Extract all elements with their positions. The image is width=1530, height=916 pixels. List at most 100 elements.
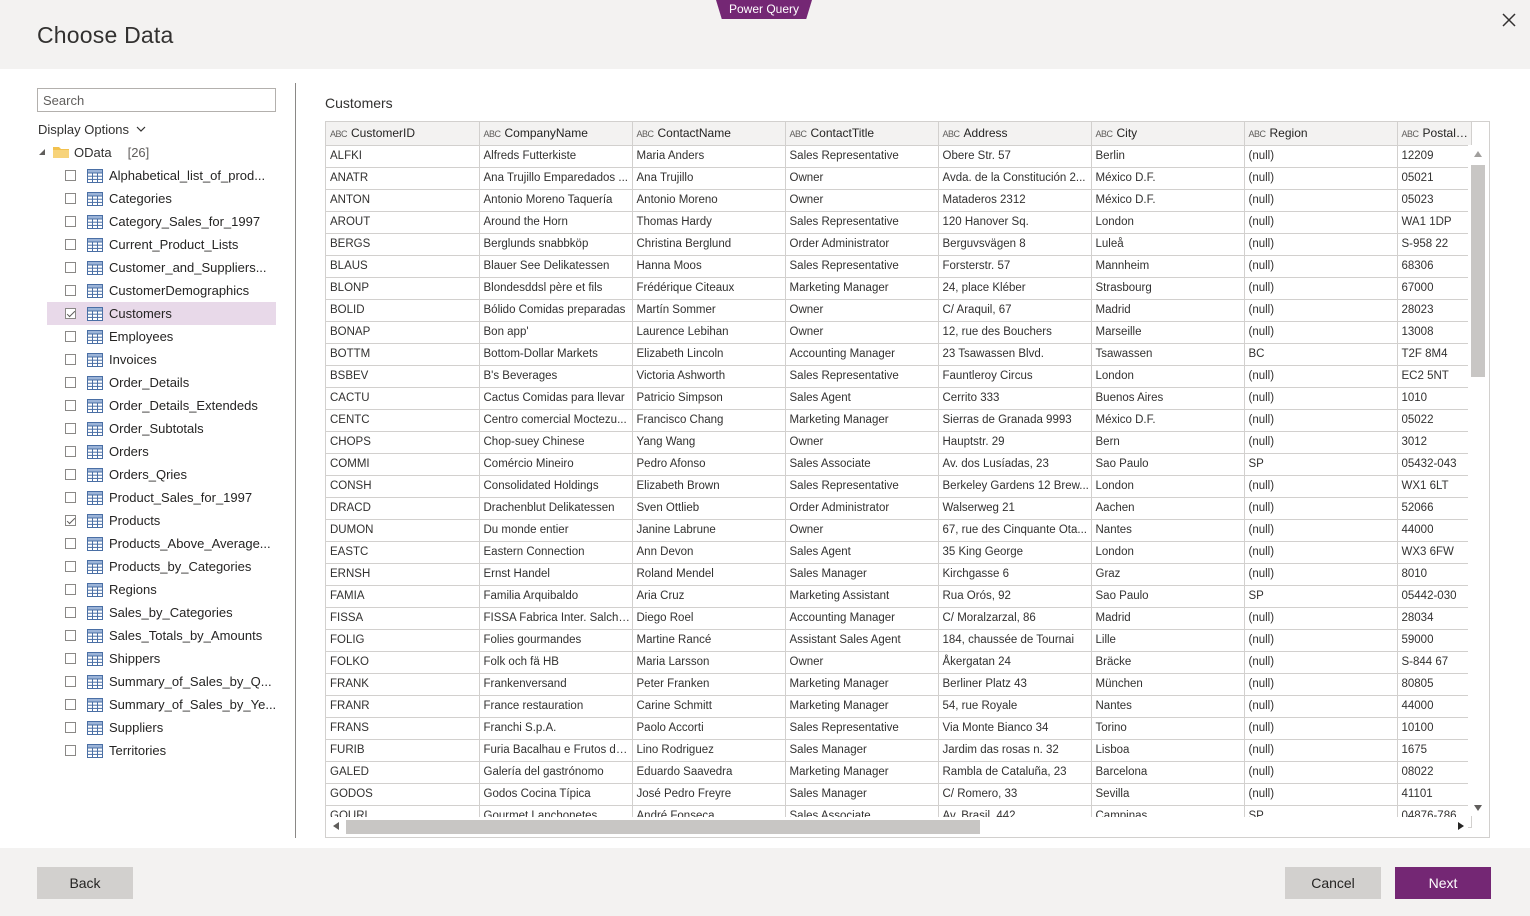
table-cell: CACTU xyxy=(326,387,480,410)
column-header[interactable]: ABC CustomerID xyxy=(326,122,480,146)
tree-item[interactable]: Shippers xyxy=(47,647,276,670)
checkbox[interactable] xyxy=(65,653,76,664)
tree-item[interactable]: Products_Above_Average... xyxy=(47,532,276,555)
scroll-down-icon[interactable] xyxy=(1474,805,1482,811)
checkbox[interactable] xyxy=(65,331,76,342)
tree-item[interactable]: Products_by_Categories xyxy=(47,555,276,578)
horizontal-scroll-thumb[interactable] xyxy=(346,820,980,834)
checkbox[interactable] xyxy=(65,423,76,434)
scroll-left-icon[interactable] xyxy=(333,822,339,830)
cancel-button[interactable]: Cancel xyxy=(1285,867,1381,899)
tree-item[interactable]: Order_Details_Extendeds xyxy=(47,394,276,417)
tree-item[interactable]: Product_Sales_for_1997 xyxy=(47,486,276,509)
table-row: CENTC Centro comercial Moctezu... Francisc… xyxy=(326,409,1472,432)
checkbox[interactable] xyxy=(65,630,76,641)
column-header[interactable]: ABC CompanyName xyxy=(479,122,633,146)
table-cell: BSBEV xyxy=(326,365,480,388)
column-header[interactable]: ABC Region xyxy=(1244,122,1398,146)
tree-item[interactable]: Territories xyxy=(47,739,276,762)
source-count: [26] xyxy=(127,144,150,160)
expand-triangle-icon[interactable] xyxy=(38,148,46,156)
search-input[interactable] xyxy=(37,88,276,112)
checkbox[interactable] xyxy=(65,308,76,319)
table-cell: Owner xyxy=(785,299,939,322)
checkbox[interactable] xyxy=(65,722,76,733)
table-cell: Eduardo Saavedra xyxy=(632,761,786,784)
checkbox[interactable] xyxy=(65,170,76,181)
pane-divider[interactable] xyxy=(295,83,296,838)
table-cell: (null) xyxy=(1244,167,1398,190)
horizontal-scrollbar[interactable] xyxy=(326,817,1468,837)
column-header[interactable]: ABC ContactName xyxy=(632,122,786,146)
tree-item[interactable]: Sales_by_Categories xyxy=(47,601,276,624)
tree-item[interactable]: Orders_Qries xyxy=(47,463,276,486)
table-cell: ALFKI xyxy=(326,145,480,168)
table-cell: Ana Trujillo xyxy=(632,167,786,190)
tree-item[interactable]: Current_Product_Lists xyxy=(47,233,276,256)
tree-item[interactable]: Categories xyxy=(47,187,276,210)
tree-item[interactable]: Sales_Totals_by_Amounts xyxy=(47,624,276,647)
table-cell: 05442-030 xyxy=(1397,585,1472,608)
tree-item[interactable]: Orders xyxy=(47,440,276,463)
column-header[interactable]: ABC ContactTitle xyxy=(785,122,939,146)
checkbox[interactable] xyxy=(65,285,76,296)
table-cell: Yang Wang xyxy=(632,431,786,454)
tree-item-label: Customer_and_Suppliers... xyxy=(109,260,267,275)
checkbox[interactable] xyxy=(65,354,76,365)
display-options-dropdown[interactable]: Display Options xyxy=(38,120,147,138)
vertical-scroll-thumb[interactable] xyxy=(1471,165,1485,377)
table-cell: Owner xyxy=(785,321,939,344)
table-cell: (null) xyxy=(1244,145,1398,168)
tree-item-label: Invoices xyxy=(109,352,157,367)
tree-item[interactable]: Order_Subtotals xyxy=(47,417,276,440)
tree-item[interactable]: Regions xyxy=(47,578,276,601)
tree-item[interactable]: Products xyxy=(47,509,276,532)
table-cell: Furia Bacalhau e Frutos do ... xyxy=(479,739,633,762)
scroll-up-icon[interactable] xyxy=(1474,151,1482,157)
tree-item[interactable]: Suppliers xyxy=(47,716,276,739)
table-icon xyxy=(87,214,103,229)
tree-item[interactable]: Employees xyxy=(47,325,276,348)
table-cell: Comércio Mineiro xyxy=(479,453,633,476)
table-row: FAMIA Familia Arquibaldo Aria Cruz Marketin… xyxy=(326,585,1472,608)
source-node-odata[interactable]: OData [26] xyxy=(38,143,149,161)
close-icon[interactable] xyxy=(1497,8,1521,32)
column-header[interactable]: ABC City xyxy=(1091,122,1245,146)
checkbox[interactable] xyxy=(65,538,76,549)
checkbox[interactable] xyxy=(65,193,76,204)
table-cell: ANTON xyxy=(326,189,480,212)
checkbox[interactable] xyxy=(65,676,76,687)
checkbox[interactable] xyxy=(65,699,76,710)
vertical-scrollbar[interactable] xyxy=(1468,145,1489,816)
checkbox[interactable] xyxy=(65,262,76,273)
checkbox[interactable] xyxy=(65,469,76,480)
checkbox[interactable] xyxy=(65,492,76,503)
tree-item[interactable]: CustomerDemographics xyxy=(47,279,276,302)
checkbox[interactable] xyxy=(65,745,76,756)
checkbox[interactable] xyxy=(65,515,76,526)
tree-item[interactable]: Invoices xyxy=(47,348,276,371)
tree-item[interactable]: Alphabetical_list_of_prod... xyxy=(47,164,276,187)
checkbox[interactable] xyxy=(65,377,76,388)
table-icon xyxy=(87,352,103,367)
tree-item[interactable]: Summary_of_Sales_by_Ye... xyxy=(47,693,276,716)
tree-item[interactable]: Customer_and_Suppliers... xyxy=(47,256,276,279)
tree-item[interactable]: Category_Sales_for_1997 xyxy=(47,210,276,233)
checkbox[interactable] xyxy=(65,446,76,457)
back-button[interactable]: Back xyxy=(37,867,133,899)
tree-item[interactable]: Summary_of_Sales_by_Q... xyxy=(47,670,276,693)
checkbox[interactable] xyxy=(65,584,76,595)
table-cell: France restauration xyxy=(479,695,633,718)
column-header-label: Address xyxy=(963,126,1008,141)
checkbox[interactable] xyxy=(65,607,76,618)
column-header[interactable]: ABCPostalCode xyxy=(1397,122,1472,146)
next-button[interactable]: Next xyxy=(1395,867,1491,899)
checkbox[interactable] xyxy=(65,400,76,411)
checkbox[interactable] xyxy=(65,239,76,250)
tree-item[interactable]: Customers xyxy=(47,302,276,325)
column-header[interactable]: ABC Address xyxy=(938,122,1092,146)
tree-item[interactable]: Order_Details xyxy=(47,371,276,394)
checkbox[interactable] xyxy=(65,561,76,572)
scroll-right-icon[interactable] xyxy=(1458,822,1464,830)
checkbox[interactable] xyxy=(65,216,76,227)
